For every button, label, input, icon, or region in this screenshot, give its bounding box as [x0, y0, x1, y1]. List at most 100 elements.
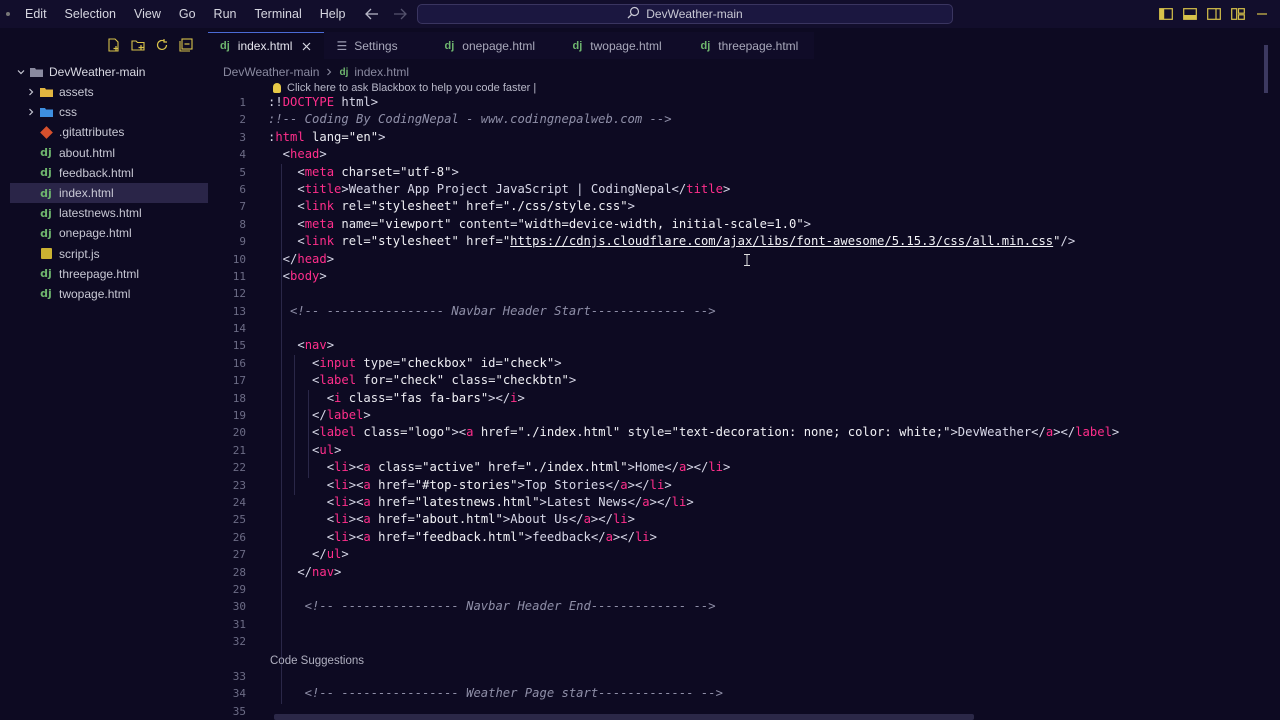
toggle-secondary-sidebar-icon[interactable]	[1206, 6, 1222, 22]
code-line: <link rel="stylesheet" href="./css/style…	[268, 199, 635, 214]
javascript-file-icon	[38, 247, 54, 261]
tab-label: twopage.html	[590, 38, 662, 53]
close-icon[interactable]	[300, 40, 312, 52]
settings-lines-icon: ☰	[336, 38, 348, 53]
line-number: 10	[232, 252, 246, 266]
refresh-icon[interactable]	[154, 37, 170, 53]
tab-twopage-html[interactable]: dj twopage.html	[560, 32, 689, 59]
menu-bar: Edit Selection View Go Run Terminal Help	[0, 0, 354, 28]
lightbulb-icon	[273, 83, 281, 93]
blackbox-hint[interactable]: Click here to ask Blackbox to help you c…	[273, 82, 536, 94]
code-suggestions-codelens[interactable]: Code Suggestions	[270, 655, 364, 667]
line-number: 2	[239, 113, 246, 127]
code-line: <label class="logo"><a href="./index.htm…	[268, 425, 1120, 440]
tab-label: onepage.html	[462, 38, 535, 53]
line-number: 11	[232, 269, 246, 283]
tab-threepage-html[interactable]: dj threepage.html	[688, 32, 815, 59]
hint-text: Click here to ask Blackbox to help you c…	[287, 82, 537, 94]
minimize-icon[interactable]	[1254, 6, 1270, 22]
tree-item-label: about.html	[59, 145, 116, 160]
line-number: 14	[232, 322, 246, 336]
code-line: <li><a href="feedback.html">feedback</a>…	[268, 529, 657, 544]
tab-index-html[interactable]: dj index.html	[208, 32, 325, 59]
line-number: 22	[232, 461, 246, 475]
django-file-icon: dj	[40, 166, 52, 180]
code-line: <body>	[268, 268, 327, 283]
toggle-primary-sidebar-icon[interactable]	[1158, 6, 1174, 22]
tree-item-about[interactable]: dj about.html	[10, 143, 208, 163]
line-number: 7	[239, 200, 246, 214]
tree-item-index[interactable]: dj index.html	[10, 182, 208, 204]
code-line: </label>	[268, 408, 371, 423]
editor-tab-bar: dj index.html ☰ Settings dj onepage.html…	[208, 32, 1280, 59]
menu-selection[interactable]: Selection	[56, 0, 125, 28]
tree-item-script[interactable]: script.js	[10, 244, 208, 264]
line-number: 17	[232, 374, 246, 388]
menu-run[interactable]: Run	[205, 0, 246, 28]
tree-item-twopage[interactable]: dj twopage.html	[10, 284, 208, 304]
line-number: 25	[232, 513, 246, 527]
chevron-right-icon	[24, 105, 38, 119]
tree-item-gitattributes[interactable]: .gitattributes	[10, 122, 208, 142]
command-center-label: DevWeather-main	[646, 7, 743, 21]
code-line: <!-- ---------------- Weather Page start…	[268, 686, 723, 701]
breadcrumb: DevWeather-main dj index.html	[223, 64, 409, 80]
explorer-toolbar	[10, 28, 208, 62]
django-file-icon: dj	[700, 39, 711, 52]
breadcrumb-file[interactable]: index.html	[354, 65, 409, 79]
menu-edit[interactable]: Edit	[16, 0, 56, 28]
customize-layout-icon[interactable]	[1230, 6, 1246, 22]
line-number: 32	[232, 635, 246, 649]
collapse-all-icon[interactable]	[178, 37, 194, 53]
tab-label: Settings	[354, 38, 398, 53]
command-center[interactable]: DevWeather-main	[417, 4, 953, 24]
code-line: <meta name="viewport" content="width=dev…	[268, 216, 812, 231]
menu-go[interactable]: Go	[170, 0, 205, 28]
line-number: 18	[232, 391, 246, 405]
explorer-sidebar: DevWeather-main assets css .gitattribute…	[10, 28, 208, 720]
line-number: 23	[232, 478, 246, 492]
menu-help[interactable]: Help	[311, 0, 355, 28]
explorer-root-folder[interactable]: DevWeather-main	[10, 62, 208, 82]
vertical-scrollbar-thumb[interactable]	[1264, 45, 1268, 93]
horizontal-scrollbar[interactable]	[274, 714, 974, 720]
line-number: 13	[232, 304, 246, 318]
text-cursor-icon	[744, 254, 750, 266]
code-line: <li><a class="active" href="./index.html…	[268, 460, 731, 475]
new-folder-icon[interactable]	[130, 37, 146, 53]
tree-item-onepage[interactable]: dj onepage.html	[10, 223, 208, 243]
tab-settings[interactable]: ☰ Settings	[324, 32, 433, 59]
new-file-icon[interactable]	[106, 37, 122, 53]
tree-item-label: index.html	[59, 186, 114, 201]
tree-item-feedback[interactable]: dj feedback.html	[10, 163, 208, 183]
folder-icon	[38, 85, 54, 99]
django-file-icon: dj	[40, 287, 52, 301]
menu-terminal[interactable]: Terminal	[245, 0, 310, 28]
tab-label: threepage.html	[718, 38, 799, 53]
breadcrumb-folder[interactable]: DevWeather-main	[223, 65, 319, 79]
chevron-down-icon	[14, 65, 28, 79]
tree-item-threepage[interactable]: dj threepage.html	[10, 264, 208, 284]
code-line: <!-- ---------------- Navbar Header Star…	[268, 303, 716, 318]
toggle-panel-icon[interactable]	[1182, 6, 1198, 22]
line-number: 26	[232, 530, 246, 544]
code-editor[interactable]: Click here to ask Blackbox to help you c…	[208, 45, 1268, 720]
line-number: 34	[232, 687, 246, 701]
tree-item-label: assets	[59, 85, 94, 100]
folder-icon	[28, 65, 44, 79]
menu-view[interactable]: View	[125, 0, 170, 28]
code-line: <li><a href="#top-stories">Top Stories</…	[268, 477, 672, 492]
search-icon	[627, 6, 640, 22]
line-number: 8	[239, 217, 246, 231]
tree-item-css[interactable]: css	[10, 102, 208, 122]
django-file-icon: dj	[40, 206, 52, 220]
tab-onepage-html[interactable]: dj onepage.html	[432, 32, 561, 59]
back-arrow-icon[interactable]	[364, 6, 380, 22]
navigation-arrows	[364, 0, 408, 28]
tree-item-assets[interactable]: assets	[10, 82, 208, 102]
forward-arrow-icon[interactable]	[392, 6, 408, 22]
tree-item-latestnews[interactable]: dj latestnews.html	[10, 203, 208, 223]
